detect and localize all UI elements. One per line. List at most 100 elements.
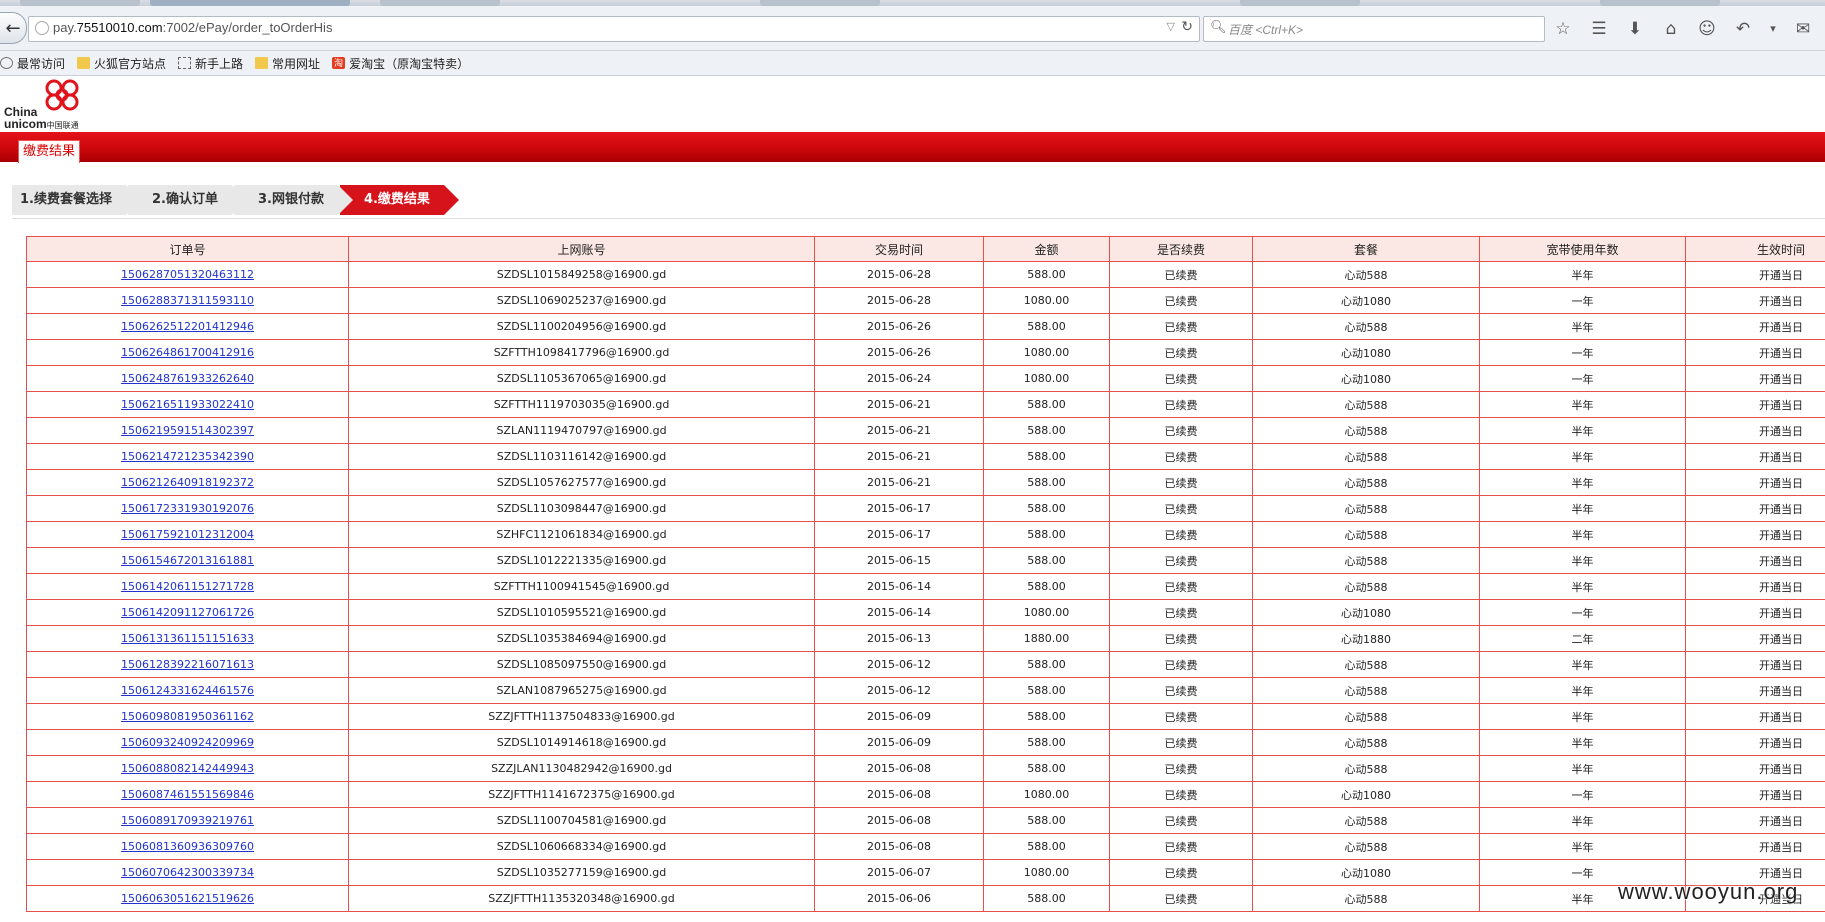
order-number-link[interactable]: 1506172331930192076 [121, 502, 254, 515]
column-header: 是否续费 [1109, 236, 1253, 262]
table-cell: 心动588 [1252, 703, 1480, 730]
table-row: 1506214721235342390 SZDSL1103116142@16900… [26, 443, 1825, 470]
chat-icon[interactable]: ✉ [1792, 18, 1814, 40]
table-cell: 1506131361151151633 [26, 625, 349, 652]
table-cell: 已续费 [1109, 313, 1253, 340]
order-number-link[interactable]: 1506124331624461576 [121, 684, 254, 697]
column-header: 宽带使用年数 [1479, 236, 1686, 262]
url-bar[interactable]: pay.75510010.com:7002/ePay/order_toOrder… [28, 16, 1200, 42]
table-row: 1506070642300339734 SZDSL1035277159@16900… [26, 859, 1825, 886]
table-cell: 588.00 [983, 807, 1110, 834]
table-cell: 一年 [1479, 781, 1686, 808]
order-number-link[interactable]: 1506063051621519626 [121, 892, 254, 905]
table-cell: 2015-06-17 [814, 495, 984, 522]
table-row: 1506219591514302397 SZLAN1119470797@16900… [26, 417, 1825, 444]
table-cell: 二年 [1479, 625, 1686, 652]
table-cell: 半年 [1479, 469, 1686, 496]
table-cell: SZDSL1103116142@16900.gd [348, 443, 815, 470]
search-field[interactable]: 🔍︎ 百度 <Ctrl+K> [1203, 16, 1545, 42]
table-cell: 1506098081950361162 [26, 703, 349, 730]
table-cell: 半年 [1479, 573, 1686, 600]
table-row: 1506172331930192076 SZDSL1103098447@16900… [26, 495, 1825, 522]
table-cell: 1880.00 [983, 625, 1110, 652]
order-number-link[interactable]: 1506248761933262640 [121, 372, 254, 385]
order-number-link[interactable]: 1506089170939219761 [121, 814, 254, 827]
order-number-link[interactable]: 1506288371311593110 [121, 294, 254, 307]
order-number-link[interactable]: 1506212640918192372 [121, 476, 254, 489]
table-cell: SZFTTH1098417796@16900.gd [348, 339, 815, 366]
table-cell: 1506288371311593110 [26, 287, 349, 314]
bookmark-item[interactable]: 新手上路 [178, 55, 243, 72]
bookmark-item[interactable]: 火狐官方站点 [77, 55, 166, 72]
table-cell: 已续费 [1109, 781, 1253, 808]
table-cell: 心动1080 [1252, 339, 1480, 366]
column-header: 上网账号 [348, 236, 815, 262]
table-cell: 一年 [1479, 365, 1686, 392]
table-cell: 半年 [1479, 729, 1686, 756]
table-row: 1506081360936309760 SZDSL1060668334@16900… [26, 833, 1825, 860]
smiley-icon[interactable]: ☺ [1696, 18, 1718, 40]
table-cell: 588.00 [983, 495, 1110, 522]
bookmark-item[interactable]: 淘爱淘宝（原淘宝特卖） [332, 55, 469, 72]
download-icon[interactable]: ⬇ [1624, 18, 1646, 40]
watermark: www.wooyun.org [1618, 879, 1799, 904]
order-number-link[interactable]: 1506131361151151633 [121, 632, 254, 645]
order-number-link[interactable]: 1506070642300339734 [121, 866, 254, 879]
undo-icon[interactable]: ↶ [1732, 18, 1754, 40]
order-number-link[interactable]: 1506287051320463112 [121, 268, 254, 281]
table-cell: SZZJFTTH1135320348@16900.gd [348, 885, 815, 912]
dropdown-icon[interactable]: ▾ [1768, 18, 1778, 40]
order-number-link[interactable]: 1506128392216071613 [121, 658, 254, 671]
table-cell: 已续费 [1109, 443, 1253, 470]
bookmark-item[interactable]: 最常访问 [0, 55, 65, 72]
table-row: 1506063051621519626 SZZJFTTH1135320348@16… [26, 885, 1825, 912]
order-number-link[interactable]: 1506262512201412946 [121, 320, 254, 333]
table-cell: 1506089170939219761 [26, 807, 349, 834]
unicom-knot-icon [45, 79, 79, 111]
bookmark-item[interactable]: 常用网址 [255, 55, 320, 72]
reload-icon[interactable]: ↻ [1181, 19, 1193, 35]
table-cell: 半年 [1479, 261, 1686, 288]
table-cell: SZDSL1105367065@16900.gd [348, 365, 815, 392]
order-number-link[interactable]: 1506216511933022410 [121, 398, 254, 411]
bookmark-label: 爱淘宝（原淘宝特卖） [349, 56, 470, 71]
bookmarks-menu-icon[interactable]: ☰ [1588, 18, 1610, 40]
table-cell: 心动588 [1252, 443, 1480, 470]
order-number-link[interactable]: 1506214721235342390 [121, 450, 254, 463]
table-row: 1506216511933022410 SZFTTH1119703035@1690… [26, 391, 1825, 418]
table-cell: 588.00 [983, 755, 1110, 782]
table-row: 1506262512201412946 SZDSL1100204956@16900… [26, 313, 1825, 340]
table-cell: 588.00 [983, 833, 1110, 860]
back-button[interactable]: ← [0, 12, 27, 44]
table-cell: 开通当日 [1685, 469, 1825, 496]
order-number-link[interactable]: 1506081360936309760 [121, 840, 254, 853]
table-cell: 2015-06-07 [814, 859, 984, 886]
table-cell: 开通当日 [1685, 495, 1825, 522]
table-cell: 心动588 [1252, 885, 1480, 912]
table-cell: 已续费 [1109, 547, 1253, 574]
table-cell: 开通当日 [1685, 521, 1825, 548]
table-cell: 开通当日 [1685, 339, 1825, 366]
order-number-link[interactable]: 1506264861700412916 [121, 346, 254, 359]
order-number-link[interactable]: 1506142091127061726 [121, 606, 254, 619]
order-number-link[interactable]: 1506142061151271728 [121, 580, 254, 593]
table-cell: 开通当日 [1685, 703, 1825, 730]
table-row: 1506264861700412916 SZFTTH1098417796@1690… [26, 339, 1825, 366]
table-cell: 2015-06-08 [814, 781, 984, 808]
order-number-link[interactable]: 1506154672013161881 [121, 554, 254, 567]
order-number-link[interactable]: 1506088082142449943 [121, 762, 254, 775]
order-number-link[interactable]: 1506093240924209969 [121, 736, 254, 749]
table-cell: 1506216511933022410 [26, 391, 349, 418]
table-cell: 2015-06-14 [814, 599, 984, 626]
table-cell: 开通当日 [1685, 547, 1825, 574]
url-dropdown-icon[interactable]: ▽ [1167, 20, 1175, 33]
tab-payment-result[interactable]: 缴费结果 [18, 140, 81, 163]
order-number-link[interactable]: 1506219591514302397 [121, 424, 254, 437]
order-number-link[interactable]: 1506175921012312004 [121, 528, 254, 541]
table-cell: 588.00 [983, 261, 1110, 288]
table-cell: 心动1080 [1252, 287, 1480, 314]
home-icon[interactable]: ⌂ [1660, 18, 1682, 40]
order-number-link[interactable]: 1506098081950361162 [121, 710, 254, 723]
bookmark-star-icon[interactable]: ☆ [1552, 18, 1574, 40]
order-number-link[interactable]: 1506087461551569846 [121, 788, 254, 801]
